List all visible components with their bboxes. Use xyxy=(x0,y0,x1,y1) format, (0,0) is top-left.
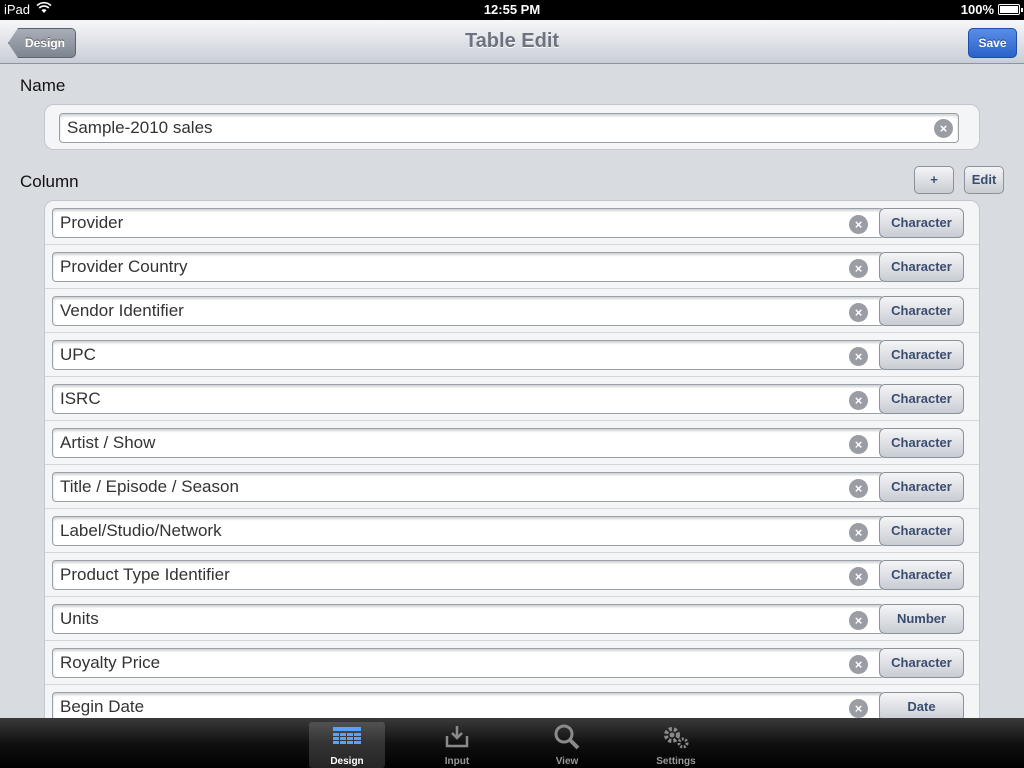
column-name: Units xyxy=(60,609,99,628)
column-name-field[interactable]: Provider × xyxy=(52,208,884,238)
clear-name-icon[interactable]: × xyxy=(934,119,953,138)
column-name: Begin Date xyxy=(60,697,145,716)
gear-icon xyxy=(638,722,714,752)
tab-settings[interactable]: Settings xyxy=(638,722,714,768)
column-name-field[interactable]: Product Type Identifier × xyxy=(52,560,884,590)
column-name: Artist / Show xyxy=(60,433,156,452)
tab-settings-label: Settings xyxy=(656,756,696,767)
magnifier-icon xyxy=(529,722,605,752)
name-group: Sample-2010 sales × xyxy=(44,104,980,150)
column-name-field[interactable]: Title / Episode / Season × xyxy=(52,472,884,502)
column-row: Provider × Character xyxy=(45,201,979,245)
column-row: Artist / Show × Character xyxy=(45,421,979,465)
column-type-button[interactable]: Character xyxy=(879,648,964,678)
column-row: ISRC × Character xyxy=(45,377,979,421)
column-type-button[interactable]: Character xyxy=(879,428,964,458)
grid-icon xyxy=(309,722,385,752)
save-button[interactable]: Save xyxy=(968,28,1017,58)
navigation-bar: Design Table Edit Save xyxy=(0,20,1024,64)
column-name: Title / Episode / Season xyxy=(60,477,239,496)
tab-bar: Design Input View Settings xyxy=(0,718,1024,768)
column-name: Product Type Identifier xyxy=(60,565,230,584)
column-row: UPC × Character xyxy=(45,333,979,377)
column-name: UPC xyxy=(60,345,96,364)
column-name-field[interactable]: Vendor Identifier × xyxy=(52,296,884,326)
column-type-button[interactable]: Character xyxy=(879,208,964,238)
page-title: Table Edit xyxy=(464,30,560,52)
column-type-button[interactable]: Character xyxy=(879,252,964,282)
column-label: Column xyxy=(20,172,79,191)
clear-column-icon[interactable]: × xyxy=(849,699,868,718)
name-label: Name xyxy=(20,76,66,95)
column-name: Vendor Identifier xyxy=(60,301,184,320)
column-name: Label/Studio/Network xyxy=(60,521,222,540)
table-name-value: Sample-2010 sales xyxy=(67,118,213,137)
column-type-button[interactable]: Character xyxy=(879,516,964,546)
column-type-button[interactable]: Character xyxy=(879,560,964,590)
clear-column-icon[interactable]: × xyxy=(849,655,868,674)
column-row: Label/Studio/Network × Character xyxy=(45,509,979,553)
clear-column-icon[interactable]: × xyxy=(849,611,868,630)
table-name-field[interactable]: Sample-2010 sales × xyxy=(59,113,959,143)
column-name-field[interactable]: Provider Country × xyxy=(52,252,884,282)
column-row: Provider Country × Character xyxy=(45,245,979,289)
column-row: Units × Number xyxy=(45,597,979,641)
status-time: 12:55 PM xyxy=(483,2,541,17)
column-name: Royalty Price xyxy=(60,653,161,672)
tab-design-label: Design xyxy=(330,756,364,767)
inbox-icon xyxy=(419,722,495,752)
column-type-button[interactable]: Character xyxy=(879,472,964,502)
column-name-field[interactable]: Units × xyxy=(52,604,884,634)
column-name-field[interactable]: ISRC × xyxy=(52,384,884,414)
column-type-button[interactable]: Character xyxy=(879,384,964,414)
clear-column-icon[interactable]: × xyxy=(849,435,868,454)
status-bar: iPad 12:55 PM 100% xyxy=(0,0,1024,20)
columns-list: Provider × Character Provider Country × Ch… xyxy=(44,200,980,730)
column-name-field[interactable]: Artist / Show × xyxy=(52,428,884,458)
column-row: Royalty Price × Character xyxy=(45,641,979,685)
add-column-button[interactable]: + xyxy=(914,166,954,194)
clear-column-icon[interactable]: × xyxy=(849,303,868,322)
column-type-button[interactable]: Number xyxy=(879,604,964,634)
tab-view[interactable]: View xyxy=(529,722,605,768)
status-right: 100% xyxy=(960,2,1023,17)
clear-column-icon[interactable]: × xyxy=(849,347,868,366)
column-name-field[interactable]: Royalty Price × xyxy=(52,648,884,678)
edit-columns-button[interactable]: Edit xyxy=(964,166,1004,194)
column-type-button[interactable]: Character xyxy=(879,340,964,370)
tab-view-label: View xyxy=(555,756,579,767)
column-name: ISRC xyxy=(60,389,101,408)
clear-column-icon[interactable]: × xyxy=(849,259,868,278)
column-type-button[interactable]: Character xyxy=(879,296,964,326)
battery-percent: 100% xyxy=(960,2,994,17)
tab-input-label: Input xyxy=(444,756,470,767)
clear-column-icon[interactable]: × xyxy=(849,479,868,498)
column-row: Title / Episode / Season × Character xyxy=(45,465,979,509)
column-name: Provider Country xyxy=(60,257,188,276)
clear-column-icon[interactable]: × xyxy=(849,215,868,234)
column-name-field[interactable]: UPC × xyxy=(52,340,884,370)
clear-column-icon[interactable]: × xyxy=(849,523,868,542)
column-name: Provider xyxy=(60,213,124,232)
column-row: Product Type Identifier × Character xyxy=(45,553,979,597)
column-name-field[interactable]: Label/Studio/Network × xyxy=(52,516,884,546)
tab-design[interactable]: Design xyxy=(309,722,385,768)
column-row: Vendor Identifier × Character xyxy=(45,289,979,333)
tab-input[interactable]: Input xyxy=(419,722,495,768)
battery-icon xyxy=(998,4,1023,15)
clear-column-icon[interactable]: × xyxy=(849,567,868,586)
clear-column-icon[interactable]: × xyxy=(849,391,868,410)
